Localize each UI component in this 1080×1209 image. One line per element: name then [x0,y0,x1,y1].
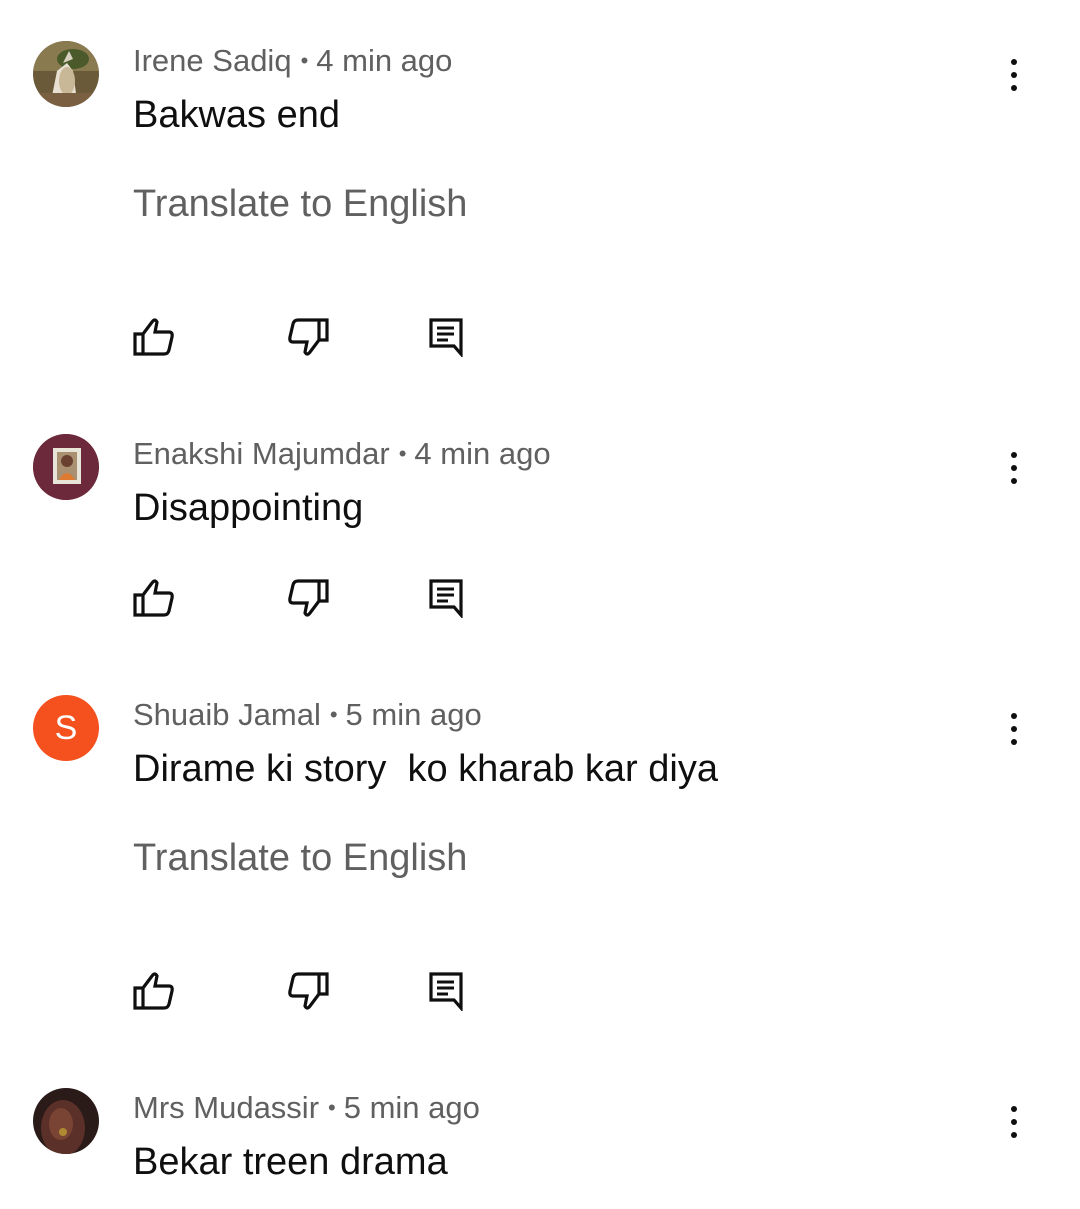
comment-item: S Shuaib Jamal • 5 min ago Dirame ki story… [0,695,1080,1025]
comment-actions [0,574,1080,624]
reply-button[interactable] [422,574,470,622]
like-button[interactable] [130,313,178,361]
comment-icon [429,318,463,357]
thumbs-up-icon [133,579,174,617]
avatar-letter: S [54,708,78,747]
more-vert-icon[interactable] [992,1096,1036,1148]
thumbs-up-icon [133,972,174,1010]
translate-link[interactable]: Translate to English [133,834,467,882]
author-name[interactable]: Shuaib Jamal [133,697,321,732]
comment-text: Dirame ki story ko kharab kar diya [133,748,718,790]
comment-text: Bekar treen drama [133,1141,448,1183]
thumbs-up-icon [133,318,174,356]
comment-actions [0,313,1080,363]
comment-item: Mrs Mudassir • 5 min ago Bekar treen drama [0,1088,1080,1198]
comment-meta: Shuaib Jamal • 5 min ago [133,695,482,735]
separator-dot: • [329,702,338,727]
author-name[interactable]: Enakshi Majumdar [133,436,390,471]
dislike-button[interactable] [284,967,332,1015]
like-button[interactable] [130,967,178,1015]
like-button[interactable] [130,574,178,622]
separator-dot: • [300,48,309,73]
comment-meta: Irene Sadiq • 4 min ago [133,41,452,81]
comment-text: Disappointing [133,487,364,529]
comment-meta: Enakshi Majumdar • 4 min ago [133,434,551,474]
more-vert-icon[interactable] [992,49,1036,101]
avatar[interactable] [33,434,99,500]
separator-dot: • [398,441,407,466]
reply-button[interactable] [422,313,470,361]
dislike-button[interactable] [284,574,332,622]
comment-time: 4 min ago [414,436,551,471]
thumbs-down-icon [288,579,329,617]
comment-icon [429,972,463,1011]
author-name[interactable]: Irene Sadiq [133,43,292,78]
author-name[interactable]: Mrs Mudassir [133,1090,319,1125]
comment-actions [0,967,1080,1017]
reply-button[interactable] [422,967,470,1015]
comment-time: 4 min ago [316,43,453,78]
thumbs-down-icon [288,318,329,356]
separator-dot: • [328,1095,336,1120]
comment-meta: Mrs Mudassir • 5 min ago [133,1088,480,1128]
comment-time: 5 min ago [343,1090,480,1125]
comment-time: 5 min ago [345,697,482,732]
avatar-photo [33,41,99,107]
more-vert-icon[interactable] [992,442,1036,494]
avatar[interactable]: S [33,695,99,761]
dislike-button[interactable] [284,313,332,361]
comment-text: Bakwas end [133,94,341,136]
avatar[interactable] [33,41,99,107]
avatar-photo [33,1088,99,1154]
comment-icon [429,579,463,618]
comment-item: Irene Sadiq • 4 min ago Bakwas end Transla… [0,41,1080,371]
thumbs-down-icon [288,972,329,1010]
avatar[interactable] [33,1088,99,1154]
more-vert-icon[interactable] [992,703,1036,755]
translate-link[interactable]: Translate to English [133,180,467,228]
avatar-photo [33,434,99,500]
comment-item: Enakshi Majumdar • 4 min ago Disappointing [0,434,1080,634]
